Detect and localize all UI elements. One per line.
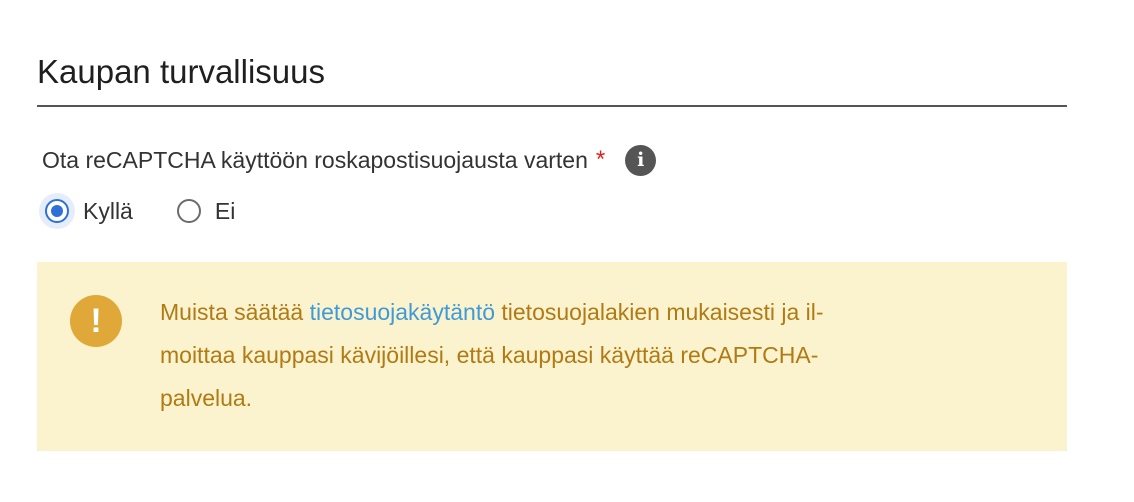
alert-message: Muista säätää tietosuojakäytäntö tietosu… <box>160 291 1030 420</box>
section-divider <box>37 105 1067 107</box>
exclamation-icon: ! <box>70 295 122 347</box>
alert-text-line3: palvelua. <box>160 385 253 411</box>
info-icon[interactable]: i <box>625 144 657 176</box>
warning-alert: ! Muista säätää tietosuojakäytäntö tieto… <box>37 262 1067 451</box>
privacy-policy-link[interactable]: tietosuojakäytäntö <box>310 299 495 325</box>
required-marker: * <box>595 146 606 173</box>
alert-text-line1-end: tietosuojalakien mukaisesti ja il- <box>501 299 824 325</box>
radio-option-yes[interactable]: Kyllä <box>45 198 133 225</box>
radio-option-no[interactable]: Ei <box>176 197 236 225</box>
alert-text-line2: moittaa kauppasi kävijöillesi, että kaup… <box>160 342 819 368</box>
recaptcha-field-label-row: Ota reCAPTCHA käyttöön roskapostisuojaus… <box>42 144 657 176</box>
alert-text-line1-start: Muista säätää <box>160 299 304 325</box>
recaptcha-field-label: Ota reCAPTCHA käyttöön roskapostisuojaus… <box>42 147 588 173</box>
section-title: Kaupan turvallisuus <box>37 53 326 90</box>
radio-label-yes: Kyllä <box>83 197 133 224</box>
recaptcha-radio-group: Kyllä Ei <box>45 195 235 227</box>
radio-label-no: Ei <box>214 197 236 224</box>
radio-button-no[interactable] <box>176 199 201 223</box>
radio-button-yes[interactable] <box>45 199 69 223</box>
